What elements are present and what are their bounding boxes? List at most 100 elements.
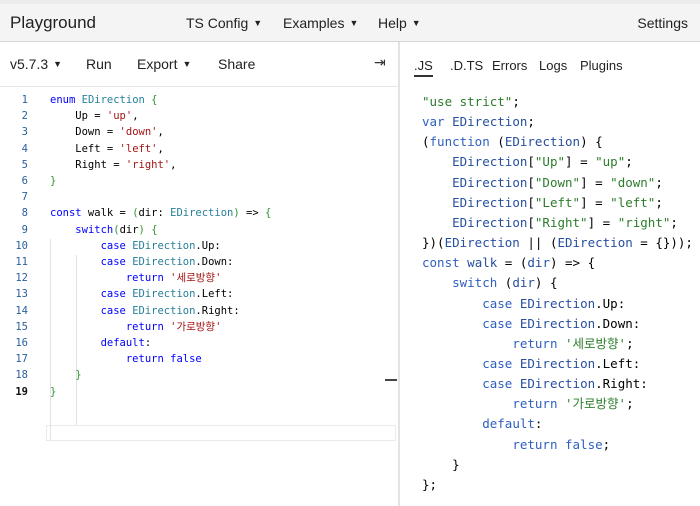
output-line: case EDirection.Down: bbox=[482, 315, 641, 331]
code-line[interactable]: 18 } bbox=[0, 367, 398, 383]
code-line[interactable]: 6} bbox=[0, 173, 398, 189]
code-text: default: bbox=[100, 337, 152, 349]
caret-down-icon: ▼ bbox=[411, 18, 421, 28]
line-number: 4 bbox=[21, 142, 28, 155]
code-text: const walk = (dir: EDirection) => { bbox=[50, 207, 272, 220]
line-number: 5 bbox=[21, 158, 28, 171]
tab-errors[interactable]: Errors bbox=[492, 58, 527, 73]
code-text: Right = 'right', bbox=[50, 158, 177, 171]
tab-js[interactable]: .JS bbox=[414, 58, 433, 77]
code-text: } bbox=[50, 385, 57, 398]
code-line[interactable]: 8 const walk = (dir: EDirection) => { bbox=[0, 205, 398, 221]
code-line[interactable]: 4 Left = 'left', bbox=[0, 141, 398, 157]
code-text: case EDirection.Up: bbox=[100, 239, 221, 252]
run-button[interactable]: Run bbox=[86, 56, 112, 72]
tab-dts[interactable]: .D.TS bbox=[450, 58, 483, 73]
line-number: 1 bbox=[21, 94, 28, 106]
code-text: } bbox=[75, 369, 82, 382]
output-line: case EDirection.Up: bbox=[482, 295, 626, 311]
code-text: Up = 'up', bbox=[50, 110, 139, 123]
current-line-highlight bbox=[46, 425, 396, 441]
code-line[interactable]: 11 case EDirection.Down: bbox=[0, 254, 398, 270]
output-line: })(EDirection || (EDirection = {})); bbox=[422, 235, 693, 251]
line-number: 13 bbox=[15, 288, 28, 301]
output-line: EDirection["Up"] = "up"; bbox=[452, 154, 633, 170]
menu-examples[interactable]: Examples ▼ bbox=[283, 15, 358, 31]
code-text: enum EDirection { bbox=[50, 94, 158, 106]
menu-examples-label: Examples bbox=[283, 15, 345, 31]
output-line: return false; bbox=[512, 436, 611, 452]
caret-down-icon: ▼ bbox=[349, 18, 359, 28]
code-line[interactable]: 9 switch(dir) { bbox=[0, 222, 398, 238]
output-line: EDirection["Right"] = "right"; bbox=[452, 214, 678, 230]
code-text: } bbox=[50, 175, 57, 187]
collapse-sidebar-icon[interactable]: ⇥ bbox=[374, 54, 386, 71]
code-text: return '세로방향' bbox=[125, 272, 222, 285]
line-number: 3 bbox=[21, 126, 28, 139]
caret-down-icon: ▼ bbox=[182, 59, 192, 69]
menu-ts-config-label: TS Config bbox=[186, 15, 249, 31]
menu-help-label: Help bbox=[378, 15, 407, 31]
code-line[interactable]: 1 enum EDirection { bbox=[0, 92, 398, 108]
output-line: return '세로방향'; bbox=[512, 335, 634, 351]
line-number: 8 bbox=[21, 207, 28, 220]
line-number: 2 bbox=[21, 110, 28, 123]
code-line[interactable]: 19} bbox=[0, 384, 398, 400]
code-editor[interactable]: 1 enum EDirection { 2 Up = 'up', 3 Down = '… bbox=[0, 92, 398, 506]
line-number: 11 bbox=[15, 256, 28, 268]
line-number: 9 bbox=[21, 223, 28, 236]
settings-link[interactable]: Settings bbox=[637, 15, 688, 31]
code-line[interactable]: 13 case EDirection.Left: bbox=[0, 286, 398, 302]
line-number: 7 bbox=[21, 191, 28, 204]
code-line[interactable]: 16 default: bbox=[0, 335, 398, 351]
export-menu[interactable]: Export ▼ bbox=[137, 56, 191, 72]
output-line: case EDirection.Right: bbox=[482, 376, 648, 392]
code-text: case EDirection.Right: bbox=[100, 304, 240, 317]
output-pane: .JS .D.TS Errors Logs Plugins "use stric… bbox=[400, 42, 700, 506]
menu-help[interactable]: Help ▼ bbox=[378, 15, 421, 31]
output-tabs: .JS .D.TS Errors Logs Plugins bbox=[400, 42, 700, 86]
code-text: case EDirection.Left: bbox=[100, 288, 234, 301]
code-line[interactable]: 17 return false bbox=[0, 351, 398, 367]
code-text: Left = 'left', bbox=[50, 142, 164, 155]
line-number: 6 bbox=[21, 175, 28, 187]
code-line[interactable]: 5 Right = 'right', bbox=[0, 157, 398, 173]
code-text: return '가로방향' bbox=[125, 320, 222, 333]
output-line: } bbox=[422, 456, 460, 472]
output-line: "use strict"; bbox=[422, 94, 520, 109]
tab-logs[interactable]: Logs bbox=[539, 58, 567, 73]
line-number: 12 bbox=[15, 272, 28, 285]
caret-down-icon: ▼ bbox=[253, 18, 263, 28]
line-number: 17 bbox=[15, 353, 28, 366]
caret-down-icon: ▼ bbox=[53, 59, 63, 69]
output-line: (function (EDirection) { bbox=[422, 134, 603, 150]
code-line[interactable]: 14 case EDirection.Right: bbox=[0, 303, 398, 319]
version-label: v5.7.3 bbox=[10, 56, 49, 72]
code-line[interactable]: 10 case EDirection.Up: bbox=[0, 238, 398, 254]
output-line: case EDirection.Left: bbox=[482, 355, 641, 371]
export-label: Export bbox=[137, 56, 178, 72]
editor-pane: v5.7.3 ▼ Run Export ▼ Share ⇥ 1 enum EDirec… bbox=[0, 42, 398, 506]
line-number: 15 bbox=[15, 320, 28, 333]
code-line[interactable]: 12 return '세로방향' bbox=[0, 270, 398, 286]
code-text: return false bbox=[125, 353, 202, 366]
menu-ts-config[interactable]: TS Config ▼ bbox=[186, 15, 262, 31]
navbar: Playground TS Config ▼ Examples ▼ Help ▼ Se… bbox=[0, 4, 700, 42]
code-line[interactable]: 15 return '가로방향' bbox=[0, 319, 398, 335]
code-line[interactable]: 3 Down = 'down', bbox=[0, 124, 398, 140]
output-line: }; bbox=[422, 476, 438, 492]
line-number: 14 bbox=[15, 304, 28, 317]
tab-plugins[interactable]: Plugins bbox=[580, 58, 623, 73]
output-line: switch (dir) { bbox=[452, 275, 558, 291]
output-line: EDirection["Down"] = "down"; bbox=[452, 174, 663, 190]
code-line[interactable]: 7 bbox=[0, 189, 398, 205]
brand-title[interactable]: Playground bbox=[10, 13, 96, 33]
code-line[interactable]: 2 Up = 'up', bbox=[0, 108, 398, 124]
line-number: 19 bbox=[15, 385, 28, 398]
js-output: "use strict"; var EDirection; (function (E… bbox=[400, 92, 700, 506]
line-number: 10 bbox=[15, 239, 28, 252]
share-button[interactable]: Share bbox=[218, 56, 255, 72]
output-line: const walk = (dir) => { bbox=[422, 255, 596, 271]
version-select[interactable]: v5.7.3 ▼ bbox=[10, 56, 62, 72]
output-line: default: bbox=[482, 416, 543, 432]
